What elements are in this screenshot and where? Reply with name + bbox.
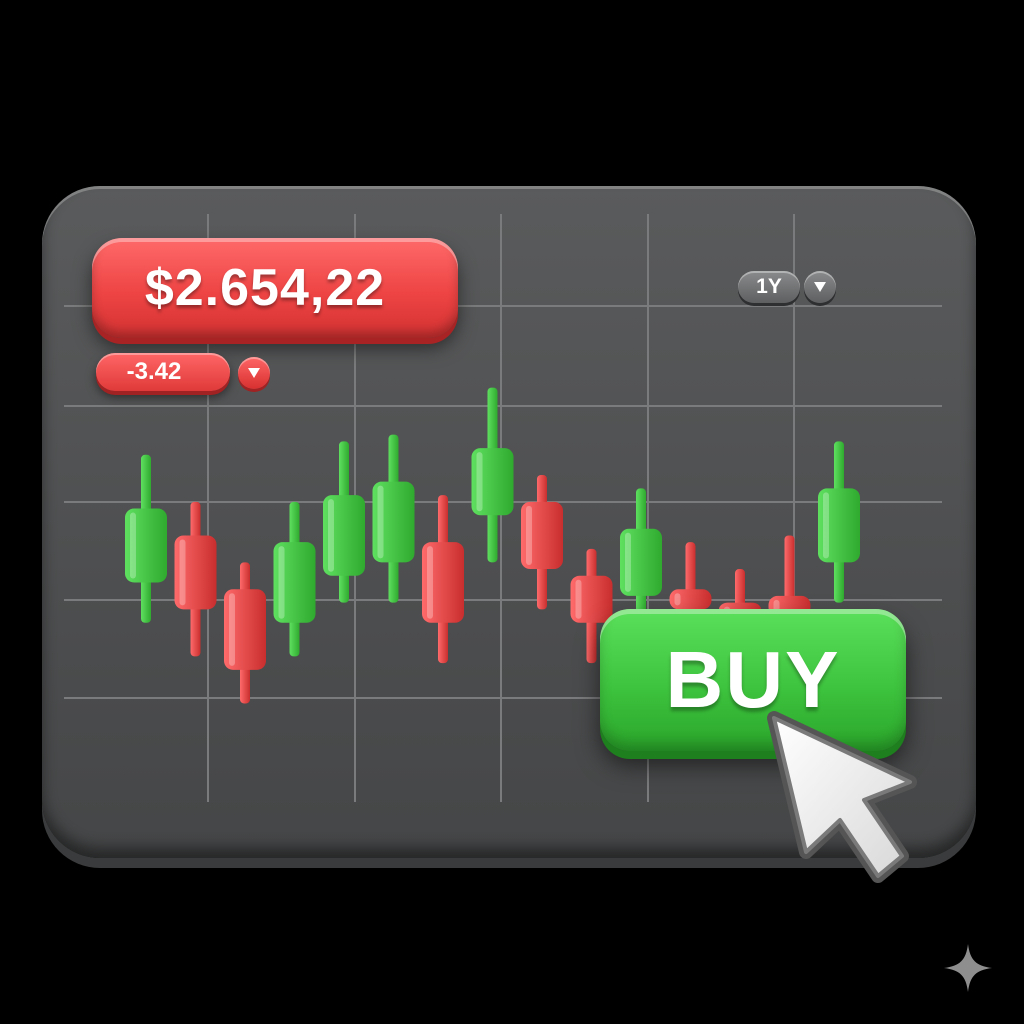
- price-badge: $2.654,22: [92, 238, 458, 338]
- candle-highlight: [427, 546, 433, 619]
- change-badge: -3.42: [96, 353, 230, 391]
- candlestick: [174, 501, 217, 657]
- candlestick: [818, 441, 860, 603]
- candlestick: [273, 501, 316, 657]
- candle-highlight: [179, 539, 186, 606]
- triangle-down-icon[interactable]: [804, 271, 836, 303]
- candle-highlight: [823, 492, 829, 559]
- candlestick: [422, 495, 464, 664]
- mouse-pointer-icon: [767, 711, 917, 883]
- candle-highlight: [328, 499, 334, 572]
- candle-highlight: [526, 505, 532, 566]
- candlestick: [323, 441, 365, 603]
- candle-highlight: [229, 593, 235, 666]
- candle-highlight: [377, 485, 384, 559]
- candlestick: [521, 474, 563, 610]
- sparkle-icon: [944, 944, 992, 992]
- candle-highlight: [278, 546, 285, 619]
- change-direction-icon: [238, 357, 270, 389]
- candlestick: [224, 562, 266, 704]
- candlestick: [125, 454, 167, 623]
- candle-highlight: [625, 532, 631, 592]
- period-selector[interactable]: 1Y: [738, 271, 800, 303]
- candlestick: [471, 387, 514, 563]
- candle-highlight: [130, 512, 136, 579]
- candle-highlight: [575, 579, 582, 619]
- candle-highlight: [674, 593, 681, 606]
- candle-highlight: [476, 452, 483, 512]
- candlestick: [372, 434, 415, 603]
- candlestick: [620, 488, 662, 617]
